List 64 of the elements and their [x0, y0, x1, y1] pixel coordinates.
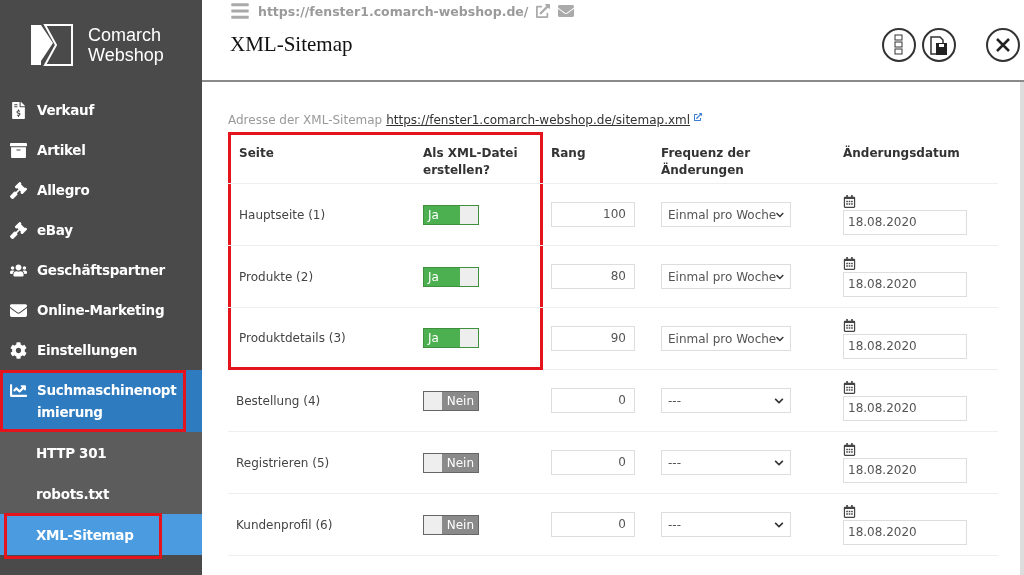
sidebar-item[interactable]: Suchmaschinenoptimierung	[0, 370, 202, 432]
date-field[interactable]: 18.08.2020	[843, 333, 967, 359]
column-header: Als XML-Datei erstellen?	[415, 132, 543, 183]
address-label: Adresse der XML-Sitemap	[228, 113, 383, 127]
sitemap-link[interactable]: https://fenster1.comarch-webshop.de/sitemap.xml	[386, 113, 691, 127]
rank-field[interactable]: 80	[551, 264, 635, 289]
table-cell-text: Registrieren (5)	[235, 454, 331, 472]
frequency-select[interactable]: ---	[661, 450, 791, 475]
frequency-select[interactable]: Einmal pro Woche	[661, 326, 791, 351]
table-cell: Hauptseite (1)	[228, 184, 415, 245]
gavel-icon	[8, 219, 28, 241]
table-cell-text: Kundenprofil (6)	[235, 516, 334, 534]
gear-icon	[8, 339, 28, 361]
chevron-down-icon	[774, 519, 784, 530]
date-field[interactable]: 18.08.2020	[843, 271, 967, 297]
calendar-icon[interactable]	[843, 442, 856, 456]
frequency-select[interactable]: Einmal pro Woche	[661, 264, 791, 289]
calendar-icon[interactable]	[843, 194, 856, 208]
calendar-icon[interactable]	[843, 318, 856, 332]
date-field[interactable]: 18.08.2020	[843, 209, 967, 235]
date-field[interactable]: 18.08.2020	[843, 395, 967, 421]
sidebar-item[interactable]: Artikel	[0, 130, 202, 170]
logo-text: Comarch Webshop	[88, 25, 164, 65]
chevron-down-icon	[774, 395, 784, 406]
table-cell: Produkte (2)	[228, 246, 415, 307]
sidebar-item[interactable]: Verkauf	[0, 90, 202, 130]
sidebar-item[interactable]: Einstellungen	[0, 330, 202, 370]
sidebar-subitem[interactable]: HTTP 301	[0, 432, 202, 473]
rank-field[interactable]: 0	[551, 450, 635, 475]
rank-field[interactable]: 0	[551, 388, 635, 413]
save-button[interactable]	[922, 28, 956, 62]
rank-field[interactable]: 90	[551, 326, 635, 351]
external-link-icon[interactable]	[694, 113, 703, 121]
frequency-select[interactable]: ---	[661, 512, 791, 537]
squares-icon	[894, 34, 904, 56]
shop-url: https://fenster1.comarch-webshop.de/	[258, 3, 529, 19]
close-icon	[995, 37, 1011, 53]
close-button[interactable]	[986, 28, 1020, 62]
sidebar-item[interactable]: eBay	[0, 210, 202, 250]
column-header: Seite	[228, 132, 415, 183]
column-header: Rang	[550, 145, 587, 162]
frequency-select[interactable]: ---	[661, 388, 791, 413]
table-cell: Produktdetails (3)	[228, 308, 415, 370]
sidebar-subitem[interactable]: robots.txt	[0, 473, 202, 514]
table-cell-text: Bestellung (4)	[235, 392, 322, 410]
date-field[interactable]: 18.08.2020	[843, 519, 967, 545]
calendar-icon[interactable]	[843, 380, 856, 394]
date-field[interactable]: 18.08.2020	[843, 457, 967, 483]
calendar-icon[interactable]	[843, 256, 856, 270]
calendar-icon[interactable]	[843, 504, 856, 518]
column-header: Änderungsdatum	[842, 144, 961, 162]
rank-field[interactable]: 0	[551, 512, 635, 537]
sidebar-item[interactable]: Online-Marketing	[0, 290, 202, 330]
save-icon	[929, 34, 949, 56]
logo-icon	[30, 23, 74, 67]
sidebar-item[interactable]: Geschäftspartner	[0, 250, 202, 290]
columns-button[interactable]	[882, 28, 916, 62]
sidebar-item[interactable]: Allegro	[0, 170, 202, 210]
gavel-icon	[8, 179, 28, 201]
rank-field[interactable]: 100	[551, 202, 635, 227]
page-title: XML-Sitemap	[230, 32, 353, 57]
chevron-down-icon	[774, 457, 784, 468]
frequency-select[interactable]: Einmal pro Woche	[661, 202, 791, 227]
column-header: Frequenz der Änderungen	[660, 145, 752, 179]
